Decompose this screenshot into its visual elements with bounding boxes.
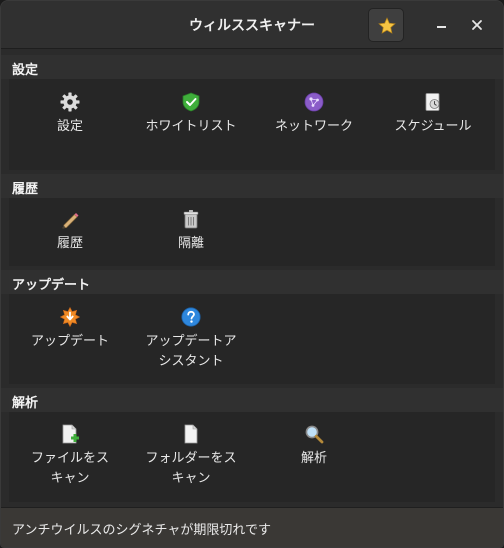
section-header-update: アップデート	[1, 270, 503, 294]
schedule-icon	[425, 93, 440, 111]
status-bar: アンチウイルスのシグネチャが期限切れです	[1, 507, 503, 547]
section-header-history: 履歴	[1, 174, 503, 198]
scan-folder-label: フォルダーをス キャン	[133, 449, 249, 489]
network-label: ネットワーク	[274, 119, 353, 134]
star-icon	[378, 17, 396, 34]
update-assistant-button[interactable]: アップデートア シスタント	[133, 307, 249, 377]
history-button[interactable]: 履歴	[12, 209, 128, 257]
title-bar: ウィルススキャナー	[1, 1, 503, 49]
section-analysis: ファイルをス キャン フォルダーをス キャン 解析	[9, 412, 495, 502]
whitelist-label: ホワイトリスト	[145, 119, 237, 134]
shield-check-icon	[182, 92, 200, 112]
pencil-icon	[62, 213, 79, 229]
update-star-icon	[60, 307, 80, 327]
document-icon	[184, 424, 198, 444]
update-assistant-label-line2: シスタント	[158, 354, 224, 369]
minimize-button[interactable]	[433, 15, 453, 35]
scan-file-label: ファイルをス キャン	[12, 449, 128, 489]
update-label: アップデート	[30, 334, 109, 349]
scan-folder-label-line1: フォルダーをス	[145, 451, 237, 466]
quarantine-button[interactable]: 隔離	[133, 209, 249, 257]
section-header-analysis: 解析	[1, 388, 503, 412]
settings-button[interactable]: 設定	[12, 92, 128, 142]
scan-file-button[interactable]: ファイルをス キャン	[12, 424, 128, 494]
minimize-icon	[437, 26, 446, 28]
section-header-settings: 設定	[1, 55, 503, 79]
section-title-history: 履歴	[12, 182, 39, 197]
update-assistant-label-line1: アップデートア	[145, 334, 237, 349]
status-message: アンチウイルスのシグネチャが期限切れです	[12, 523, 271, 538]
section-history: 履歴 隔離	[9, 198, 495, 266]
whitelist-button[interactable]: ホワイトリスト	[133, 92, 249, 142]
history-label: 履歴	[56, 236, 83, 251]
scan-folder-label-line2: キャン	[171, 471, 211, 486]
section-title-update: アップデート	[12, 278, 91, 293]
network-button[interactable]: ネットワーク	[256, 92, 372, 142]
analysis-label: 解析	[300, 451, 327, 466]
scan-file-label-line1: ファイルをス	[30, 451, 109, 466]
gear-icon	[60, 92, 80, 112]
analysis-button[interactable]: 解析	[256, 424, 372, 474]
file-add-icon	[62, 424, 79, 444]
favorite-button[interactable]	[368, 8, 404, 42]
magnifier-icon	[305, 425, 324, 444]
schedule-button[interactable]: スケジュール	[375, 92, 491, 142]
quarantine-icon	[183, 210, 199, 229]
section-update: アップデート アップデートア シスタント	[9, 294, 495, 384]
window-title: ウィルススキャナー	[189, 18, 315, 34]
settings-label: 設定	[56, 119, 83, 134]
section-title-analysis: 解析	[12, 396, 39, 411]
update-assistant-label: アップデートア シスタント	[133, 332, 249, 372]
app-window: ウィルススキャナー 設定 設定 ホワイトリスト ネットワーク スケジュール 履歴…	[0, 0, 504, 548]
update-button[interactable]: アップデート	[12, 307, 128, 357]
help-icon	[181, 307, 201, 327]
schedule-label: スケジュール	[394, 119, 472, 134]
network-icon	[304, 92, 324, 112]
section-settings: 設定 ホワイトリスト ネットワーク スケジュール	[9, 79, 495, 170]
close-button[interactable]	[467, 15, 487, 35]
close-icon	[472, 20, 482, 30]
section-title-settings: 設定	[12, 63, 39, 78]
quarantine-label: 隔離	[177, 236, 204, 251]
scan-folder-button[interactable]: フォルダーをス キャン	[133, 424, 249, 494]
scan-file-label-line2: キャン	[50, 471, 90, 486]
